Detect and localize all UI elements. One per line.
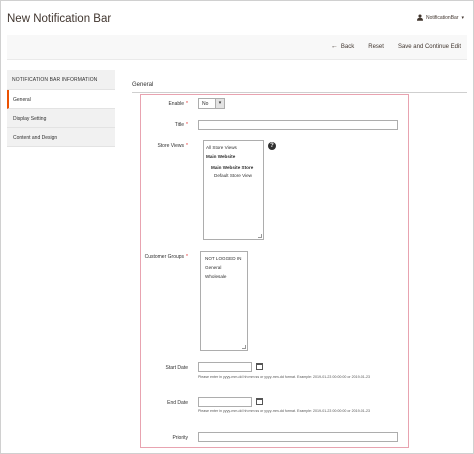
resize-handle[interactable] (242, 345, 246, 349)
store-view-option[interactable]: Main Website (206, 154, 235, 159)
back-button-label: Back (340, 43, 355, 50)
title-input[interactable] (198, 120, 398, 130)
reset-button[interactable]: Reset (368, 44, 384, 50)
enable-select-value: No (202, 101, 209, 107)
store-views-label: Store Views * (157, 143, 188, 149)
sidebar-item-general[interactable]: General (7, 90, 115, 109)
priority-label: Priority (172, 435, 188, 441)
enable-select[interactable]: No ▾ (198, 98, 225, 109)
end-date-label: End Date (167, 400, 188, 406)
sidebar-item-display-setting[interactable]: Display Setting (7, 109, 115, 128)
customer-group-option[interactable]: Wholesale (205, 274, 226, 279)
priority-input[interactable] (198, 432, 398, 442)
title-label: Title * (174, 122, 188, 128)
store-view-option[interactable]: All Store Views (206, 145, 237, 150)
chevron-down-icon: ▾ (461, 14, 464, 21)
start-date-note: Please enter in yyyy-mm-dd hh:mm:ss or y… (198, 375, 370, 379)
sidebar-header: NOTIFICATION BAR INFORMATION (7, 70, 115, 90)
customer-group-option[interactable]: General (205, 265, 221, 270)
help-icon[interactable]: ? (268, 142, 276, 150)
start-date-label: Start Date (165, 365, 188, 371)
start-date-input[interactable] (198, 362, 252, 372)
customer-groups-label: Customer Groups * (144, 254, 188, 260)
section-title: General (132, 82, 154, 88)
action-bar: ← Back Reset Save and Continue Edit (7, 35, 467, 60)
arrow-left-icon: ← (330, 43, 338, 50)
customer-groups-multiselect[interactable]: NOT LOGGED IN General Wholesale (200, 251, 248, 351)
user-name: NotificationBar (425, 14, 459, 21)
user-menu[interactable]: NotificationBar ▾ (416, 14, 464, 21)
store-views-multiselect[interactable]: All Store Views Main Website Main Websit… (203, 140, 264, 240)
store-view-option[interactable]: Default Store View (214, 173, 252, 178)
save-and-continue-button[interactable]: Save and Continue Edit (398, 44, 461, 50)
reset-button-label: Reset (368, 43, 384, 50)
customer-group-option[interactable]: NOT LOGGED IN (205, 256, 241, 261)
save-and-continue-label: Save and Continue Edit (397, 43, 461, 50)
end-date-note: Please enter in yyyy-mm-dd hh:mm:ss or y… (198, 409, 370, 413)
chevron-down-icon: ▾ (215, 99, 224, 108)
sidebar-item-content-and-design[interactable]: Content and Design (7, 128, 115, 147)
sidebar: NOTIFICATION BAR INFORMATION General Dis… (7, 70, 115, 147)
end-date-input[interactable] (198, 397, 252, 407)
calendar-icon[interactable] (256, 398, 263, 405)
store-view-option[interactable]: Main Website Store (211, 165, 253, 170)
section-divider (132, 92, 467, 93)
action-buttons: ← Back Reset Save and Continue Edit (331, 43, 461, 50)
back-button[interactable]: ← Back (331, 43, 354, 50)
resize-handle[interactable] (258, 234, 262, 238)
user-icon (416, 14, 423, 21)
enable-label: Enable * (168, 101, 188, 107)
calendar-icon[interactable] (256, 363, 263, 370)
page-title: New Notification Bar (7, 13, 112, 25)
